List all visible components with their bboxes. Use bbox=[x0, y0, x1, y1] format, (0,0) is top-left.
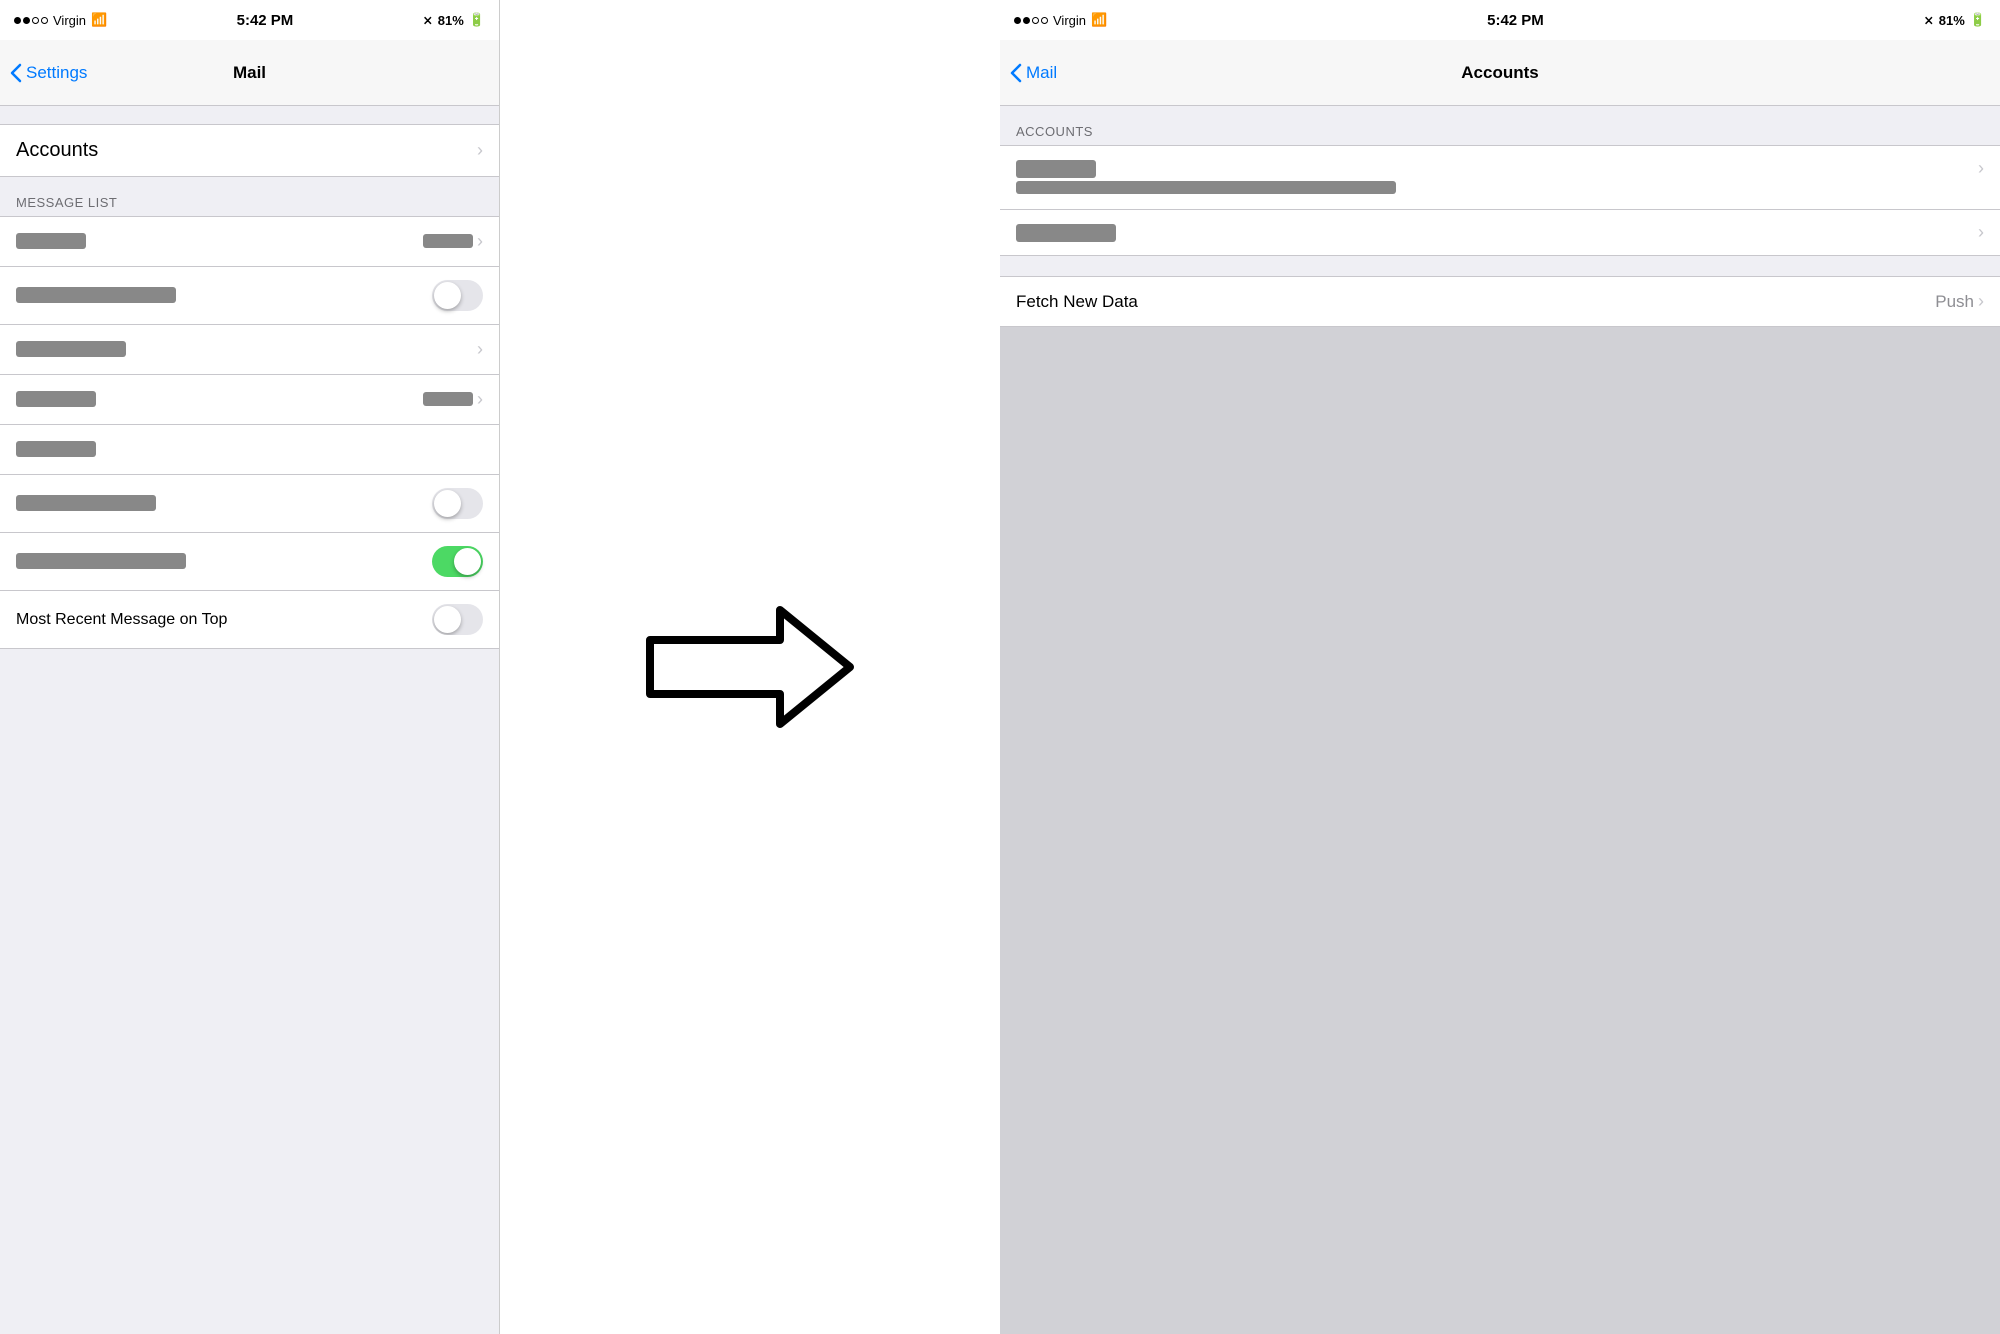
right-accounts-header: ACCOUNTS bbox=[1000, 106, 2000, 145]
tocc-label bbox=[16, 287, 176, 305]
accounts-label: Accounts bbox=[16, 139, 98, 162]
dot3 bbox=[32, 17, 39, 24]
left-panel: Virgin 📶 5:42 PM ⨯ 81% 🔋 Settings Mail A… bbox=[0, 0, 500, 1334]
rdot2 bbox=[1023, 17, 1030, 24]
preview-text-blur bbox=[16, 233, 86, 249]
middle-section bbox=[500, 0, 1000, 1334]
right-battery-icon: 🔋 bbox=[1970, 12, 1986, 28]
list-item-delete[interactable] bbox=[0, 425, 499, 475]
right-signal-dots bbox=[1014, 17, 1048, 24]
list-item-preview[interactable]: › bbox=[0, 217, 499, 267]
list-item-tocc[interactable] bbox=[0, 267, 499, 325]
bluetooth-icon: ⨯ bbox=[423, 13, 433, 27]
recent-label: Most Recent Message on Top bbox=[16, 611, 227, 629]
flag-chevron: › bbox=[477, 389, 483, 409]
left-nav-title: Mail bbox=[233, 63, 266, 83]
fetch-label: Fetch New Data bbox=[1016, 292, 1138, 312]
flag-label bbox=[16, 391, 96, 409]
list-item-flag[interactable]: › bbox=[0, 375, 499, 425]
right-nav-title: Accounts bbox=[1461, 63, 1538, 83]
left-status-right: ⨯ 81% 🔋 bbox=[423, 12, 485, 28]
left-nav-bar: Settings Mail bbox=[0, 40, 499, 106]
tocc-toggle[interactable] bbox=[432, 280, 483, 311]
left-back-label: Settings bbox=[26, 63, 87, 83]
delete-label bbox=[16, 441, 96, 459]
list-item-swipe[interactable]: › bbox=[0, 325, 499, 375]
right-nav-bar: Mail Accounts bbox=[1000, 40, 2000, 106]
message-list-label: MESSAGE LIST bbox=[16, 195, 117, 210]
account-item-exchange[interactable]: › bbox=[1000, 210, 2000, 255]
rdot3 bbox=[1032, 17, 1039, 24]
dot1 bbox=[14, 17, 21, 24]
left-status-left: Virgin 📶 bbox=[14, 12, 107, 28]
right-panel: Virgin 📶 5:42 PM ⨯ 81% 🔋 Mail Accounts A… bbox=[1000, 0, 2000, 1334]
right-arrow bbox=[640, 602, 860, 732]
battery-percent: 81% bbox=[438, 13, 464, 28]
exchange-name bbox=[1016, 224, 1116, 242]
account-item-icloud[interactable]: › bbox=[1000, 146, 2000, 210]
fetch-chevron: › bbox=[1978, 291, 1984, 312]
fetch-new-data-row[interactable]: Fetch New Data Push › bbox=[1000, 276, 2000, 327]
message-list-section: › › › bbox=[0, 216, 499, 649]
accounts-row[interactable]: Accounts › bbox=[0, 124, 499, 177]
message-list-header: MESSAGE LIST bbox=[0, 187, 499, 216]
remote-toggle[interactable] bbox=[432, 488, 483, 519]
right-back-button[interactable]: Mail bbox=[1010, 63, 1057, 83]
right-time: 5:42 PM bbox=[1487, 12, 1544, 29]
thread-label bbox=[16, 553, 186, 571]
preview-chevron: › bbox=[477, 231, 483, 251]
fetch-value-group: Push › bbox=[1935, 291, 1984, 312]
push-value: Push bbox=[1935, 292, 1974, 312]
right-back-label: Mail bbox=[1026, 63, 1057, 83]
right-status-left: Virgin 📶 bbox=[1014, 12, 1107, 28]
left-status-bar: Virgin 📶 5:42 PM ⨯ 81% 🔋 bbox=[0, 0, 499, 40]
swipe-label bbox=[16, 341, 126, 359]
right-accounts-list: › › bbox=[1000, 145, 2000, 256]
carrier-name: Virgin bbox=[53, 13, 86, 28]
thread-toggle[interactable] bbox=[432, 546, 483, 577]
wifi-icon: 📶 bbox=[91, 12, 107, 28]
swipe-chevron: › bbox=[477, 339, 483, 360]
icloud-detail bbox=[1016, 181, 1984, 197]
right-gray-area bbox=[1000, 327, 2000, 1334]
right-carrier-name: Virgin bbox=[1053, 13, 1086, 28]
right-wifi-icon: 📶 bbox=[1091, 12, 1107, 28]
right-battery-percent: 81% bbox=[1939, 13, 1965, 28]
icloud-name bbox=[1016, 160, 1096, 178]
accounts-chevron: › bbox=[477, 140, 483, 161]
right-status-right: ⨯ 81% 🔋 bbox=[1924, 12, 1986, 28]
right-status-bar: Virgin 📶 5:42 PM ⨯ 81% 🔋 bbox=[1000, 0, 2000, 40]
rdot4 bbox=[1041, 17, 1048, 24]
battery-icon: 🔋 bbox=[469, 12, 485, 28]
list-item-thread[interactable] bbox=[0, 533, 499, 591]
recent-toggle[interactable] bbox=[432, 604, 483, 635]
signal-dots bbox=[14, 17, 48, 24]
icloud-row: › bbox=[1016, 158, 1984, 179]
left-spacer1 bbox=[0, 106, 499, 124]
preview-value: › bbox=[423, 231, 483, 252]
dot2 bbox=[23, 17, 30, 24]
left-spacer2 bbox=[0, 177, 499, 187]
left-back-button[interactable]: Settings bbox=[10, 63, 87, 83]
right-bluetooth-icon: ⨯ bbox=[1924, 13, 1934, 27]
icloud-chevron: › bbox=[1978, 158, 1984, 179]
flag-value: › bbox=[423, 389, 483, 410]
dot4 bbox=[41, 17, 48, 24]
remote-label bbox=[16, 495, 156, 513]
right-accounts-header-label: ACCOUNTS bbox=[1016, 124, 1093, 139]
left-time: 5:42 PM bbox=[237, 12, 294, 29]
exchange-chevron: › bbox=[1978, 222, 1984, 243]
preview-label bbox=[16, 233, 86, 251]
rdot1 bbox=[1014, 17, 1021, 24]
list-item-remote[interactable] bbox=[0, 475, 499, 533]
list-item-recent[interactable]: Most Recent Message on Top bbox=[0, 591, 499, 648]
exchange-row: › bbox=[1016, 222, 1984, 243]
